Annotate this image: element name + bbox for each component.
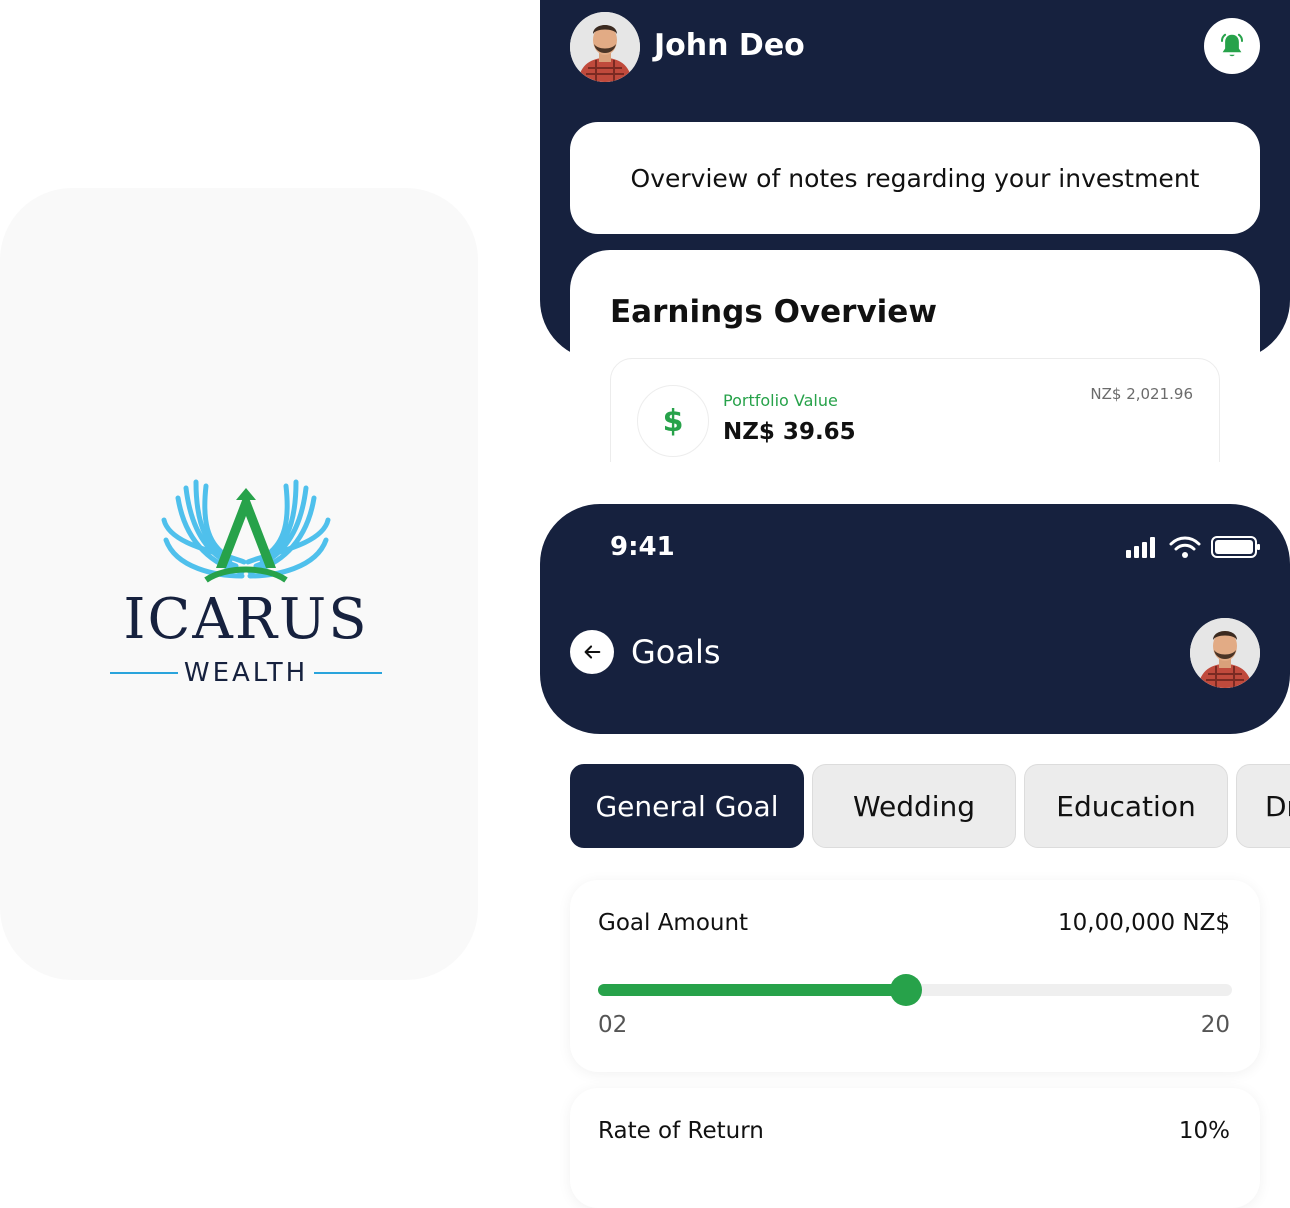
dashboard-screen: John Deo Overview of notes regarding you… — [540, 0, 1290, 462]
logo-subtitle: WEALTH — [110, 656, 383, 690]
goal-category-tabs: General Goal Wedding Education Dr — [570, 764, 1290, 850]
bell-icon — [1221, 33, 1243, 57]
goal-amount-label: Goal Amount — [598, 910, 749, 936]
wifi-icon — [1169, 536, 1201, 551]
logo-divider-right — [314, 672, 383, 674]
investment-notes-banner[interactable]: Overview of notes regarding your investm… — [570, 122, 1260, 234]
goals-header: 9:41 Goals — [540, 504, 1290, 734]
goal-amount-value: 10,00,000 NZ$ — [1058, 910, 1230, 936]
goal-amount-slider[interactable] — [598, 974, 1232, 1006]
earnings-overview-card: Earnings Overview $ Portfolio Value NZ$ … — [570, 250, 1260, 462]
icarus-wings-logo-icon — [161, 479, 331, 583]
portfolio-value-amount: NZ$ 39.65 — [723, 419, 856, 445]
earnings-title: Earnings Overview — [610, 294, 937, 330]
battery-icon — [1211, 536, 1260, 558]
status-time: 9:41 — [610, 532, 675, 562]
portfolio-total-amount: NZ$ 2,021.96 — [1090, 385, 1193, 403]
tab-truncated[interactable]: Dr — [1236, 764, 1290, 848]
dollar-icon: $ — [637, 385, 709, 457]
portfolio-value-item[interactable]: $ Portfolio Value NZ$ 39.65 NZ$ 2,021.96 — [610, 358, 1220, 462]
notes-banner-text: Overview of notes regarding your investm… — [630, 163, 1200, 193]
logo-divider-left — [110, 672, 178, 674]
avatar-portrait-icon — [570, 12, 640, 82]
page-title: Goals — [631, 633, 721, 671]
profile-avatar[interactable] — [1190, 618, 1260, 688]
slider-thumb[interactable] — [890, 974, 923, 1006]
notification-button[interactable] — [1204, 18, 1260, 74]
logo-wordmark: ICARUS — [123, 587, 369, 652]
back-button[interactable] — [570, 630, 614, 674]
slider-fill — [598, 984, 907, 996]
tab-wedding[interactable]: Wedding — [812, 764, 1016, 848]
rate-of-return-card: Rate of Return 10% — [570, 1088, 1260, 1208]
user-name: John Deo — [654, 28, 805, 63]
goal-amount-card: Goal Amount 10,00,000 NZ$ 02 20 — [570, 880, 1260, 1072]
portfolio-value-label: Portfolio Value — [723, 391, 838, 410]
signal-icon — [1126, 537, 1155, 558]
avatar-portrait-icon — [1190, 618, 1260, 688]
rate-of-return-label: Rate of Return — [598, 1118, 764, 1144]
arrow-left-icon — [584, 645, 601, 659]
tab-general-goal[interactable]: General Goal — [570, 764, 804, 848]
dollar-symbol: $ — [662, 403, 684, 439]
user-avatar[interactable] — [570, 12, 640, 82]
slider-max-label: 20 — [1200, 1012, 1230, 1038]
tab-education[interactable]: Education — [1024, 764, 1228, 848]
status-bar-icons — [1126, 536, 1260, 558]
logo-subtitle-text: WEALTH — [183, 658, 309, 688]
rate-of-return-value: 10% — [1178, 1118, 1230, 1144]
slider-min-label: 02 — [598, 1012, 628, 1038]
